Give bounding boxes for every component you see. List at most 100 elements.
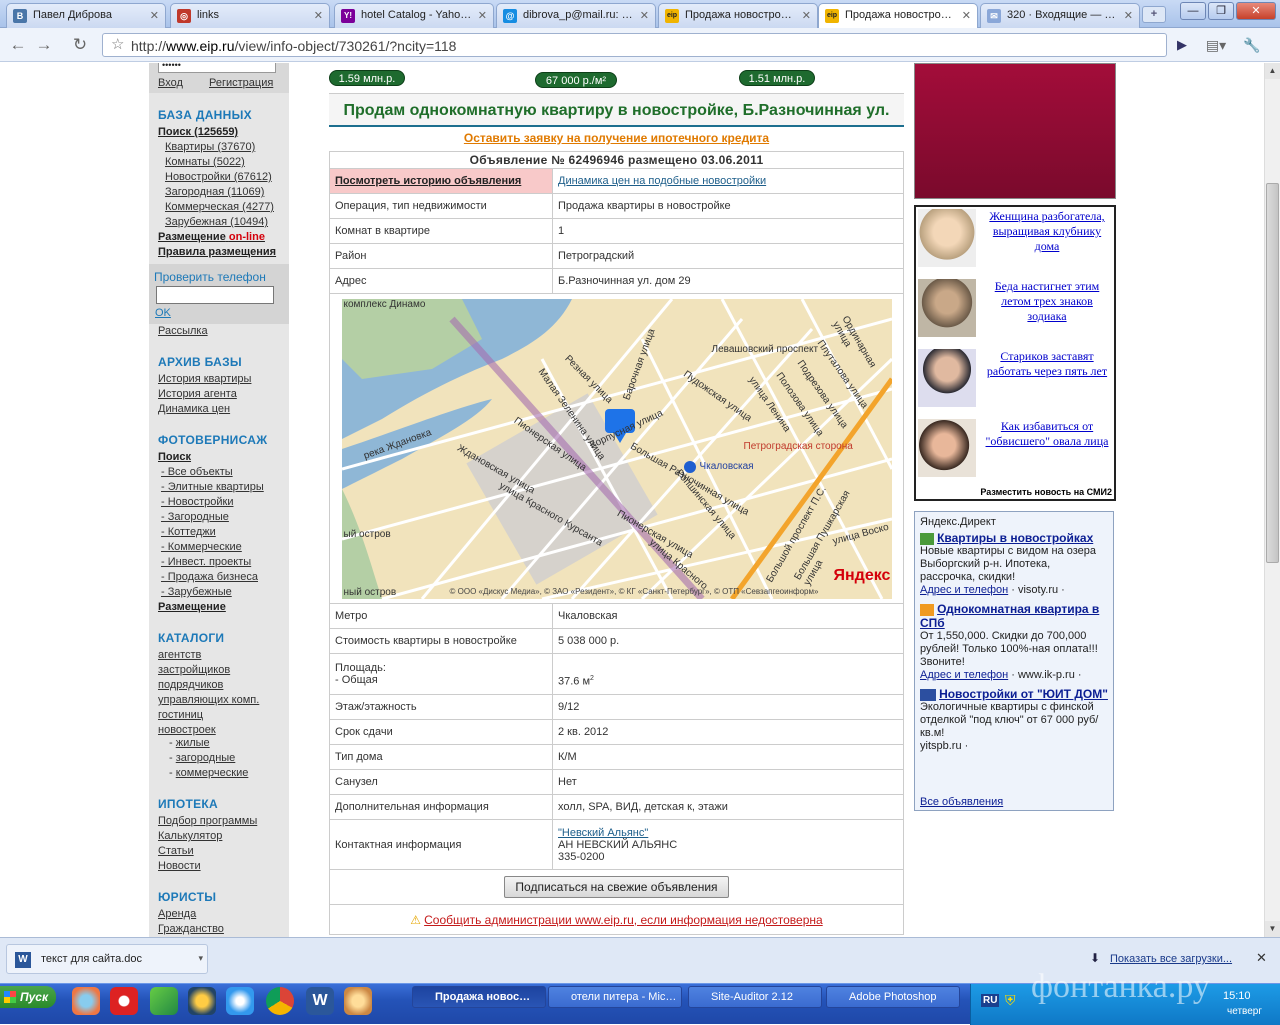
- catalog-item[interactable]: гостиниц: [158, 709, 203, 721]
- tab-6-active[interactable]: eip Продажа новостро… ✕: [818, 3, 978, 29]
- photo-placement-link[interactable]: Размещение: [158, 601, 226, 613]
- quicklaunch-app-icon[interactable]: [72, 987, 100, 1015]
- db-item-flats[interactable]: Квартиры (37670): [165, 141, 255, 153]
- quicklaunch-arrow-icon[interactable]: [150, 987, 178, 1015]
- close-icon[interactable]: ✕: [640, 9, 649, 22]
- catalog-item[interactable]: новостроек: [158, 724, 216, 736]
- close-icon[interactable]: ✕: [962, 9, 971, 22]
- close-icon[interactable]: ✕: [478, 9, 487, 22]
- shield-icon[interactable]: ⛨: [1005, 992, 1016, 1009]
- ad-title[interactable]: Новостройки от "ЮИТ ДОМ": [939, 687, 1108, 701]
- news-item[interactable]: Как избавиться от "обвисшего" овала лица: [916, 417, 1114, 485]
- scroll-up-icon[interactable]: ▲: [1265, 63, 1280, 79]
- scroll-thumb[interactable]: [1266, 183, 1279, 563]
- db-item-foreign[interactable]: Зарубежная (10494): [165, 216, 268, 228]
- start-button[interactable]: Пуск: [0, 986, 56, 1008]
- lawyers-item[interactable]: Гражданство: [158, 923, 224, 935]
- photo-item[interactable]: - Инвест. проекты: [161, 556, 251, 568]
- history-link[interactable]: Посмотреть историю объявления: [335, 175, 521, 187]
- map[interactable]: комплекс Динамо Левашовский проспект Плу…: [341, 298, 892, 599]
- mailing-link[interactable]: Рассылка: [158, 325, 208, 337]
- tab-7[interactable]: ✉ 320 · Входящие — … ✕: [980, 3, 1140, 28]
- catalog-sub-label[interactable]: коммерческие: [176, 767, 249, 779]
- tab-5[interactable]: eip Продажа новостро… ✕: [658, 3, 818, 28]
- password-field[interactable]: ••••••: [158, 63, 276, 73]
- tab-3[interactable]: Y! hotel Catalog - Yaho… ✕: [334, 3, 494, 28]
- taskbar-item-site-auditor[interactable]: Site-Auditor 2.12: [688, 986, 822, 1008]
- phone-input[interactable]: [156, 286, 274, 304]
- lawyers-item[interactable]: Аренда: [158, 908, 196, 920]
- ad-title[interactable]: Квартиры в новостройках: [937, 531, 1093, 545]
- archive-agent-history[interactable]: История агента: [158, 388, 237, 400]
- wrench-icon[interactable]: 🔧: [1240, 34, 1264, 56]
- tab-2[interactable]: ◎ links ✕: [170, 3, 330, 28]
- quicklaunch-paint-icon[interactable]: [344, 987, 372, 1015]
- mortgage-request-link[interactable]: Оставить заявку на получение ипотечного …: [329, 131, 904, 145]
- banner-ad[interactable]: [914, 63, 1116, 199]
- quicklaunch-opera-icon[interactable]: [110, 987, 138, 1015]
- catalog-sub-label[interactable]: жилые: [176, 737, 210, 749]
- quicklaunch-ie-icon[interactable]: [226, 987, 254, 1015]
- close-icon[interactable]: ✕: [1256, 950, 1267, 966]
- download-item[interactable]: W текст для сайта.doc ▾: [6, 944, 208, 974]
- all-ads-link[interactable]: Все объявления: [920, 796, 1003, 808]
- db-item-newbuild[interactable]: Новостройки (67612): [165, 171, 272, 183]
- photo-item[interactable]: - Зарубежные: [161, 586, 232, 598]
- ok-link[interactable]: OK: [155, 307, 171, 319]
- catalog-item[interactable]: застройщиков: [158, 664, 230, 676]
- news-headline[interactable]: Как избавиться от "обвисшего" овала лица: [982, 419, 1112, 449]
- taskbar-item-photoshop[interactable]: Adobe Photoshop: [826, 986, 960, 1008]
- language-indicator[interactable]: RU: [981, 994, 1000, 1007]
- photo-item[interactable]: - Загородные: [161, 511, 229, 523]
- mortgage-item[interactable]: Подбор программы: [158, 815, 257, 827]
- archive-price-dynamics[interactable]: Динамика цен: [158, 403, 230, 415]
- mortgage-item[interactable]: Статьи: [158, 845, 194, 857]
- forward-icon[interactable]: →: [32, 34, 56, 56]
- catalog-sub-item[interactable]: - загородные: [169, 752, 235, 764]
- placement-online-link[interactable]: Размещение on-line: [158, 231, 265, 243]
- close-icon[interactable]: ✕: [150, 9, 159, 22]
- db-item-commercial[interactable]: Коммерческая (4277): [165, 201, 274, 213]
- page-menu-icon[interactable]: ▤▾: [1204, 34, 1228, 56]
- minimize-button[interactable]: —: [1180, 2, 1206, 20]
- ad-address-link[interactable]: Адрес и телефон: [920, 669, 1008, 681]
- photo-item[interactable]: - Новостройки: [161, 496, 234, 508]
- close-window-button[interactable]: ✕: [1236, 2, 1276, 20]
- archive-flat-history[interactable]: История квартиры: [158, 373, 251, 385]
- photo-item[interactable]: - Продажа бизнеса: [161, 571, 258, 583]
- bookmark-star-icon[interactable]: ☆: [111, 35, 124, 53]
- login-link[interactable]: Вход: [158, 77, 183, 89]
- photo-search-link[interactable]: Поиск: [158, 451, 191, 463]
- ad-address-link[interactable]: Адрес и телефон: [920, 584, 1008, 596]
- rules-link[interactable]: Правила размещения: [158, 246, 276, 258]
- search-link[interactable]: Поиск (125659): [158, 126, 238, 138]
- news-item[interactable]: Стариков заставят работать через пять ле…: [916, 347, 1114, 415]
- db-item-country[interactable]: Загородная (11069): [165, 186, 264, 198]
- catalog-item[interactable]: агентств: [158, 649, 201, 661]
- address-bar[interactable]: ☆ http://www.eip.ru/view/info-object/730…: [102, 33, 1167, 57]
- ad-title[interactable]: Однокомнатная квартира в СПб: [920, 602, 1099, 630]
- mortgage-item[interactable]: Калькулятор: [158, 830, 222, 842]
- scroll-down-icon[interactable]: ▼: [1265, 921, 1280, 937]
- quicklaunch-media-icon[interactable]: [188, 987, 216, 1015]
- reload-icon[interactable]: ↻: [68, 34, 92, 56]
- news-item[interactable]: Женщина разбогатела, выращивая клубнику …: [916, 207, 1114, 275]
- catalog-sub-item[interactable]: - жилые: [169, 737, 210, 749]
- close-icon[interactable]: ✕: [314, 9, 323, 22]
- new-tab-button[interactable]: +: [1142, 6, 1166, 23]
- mortgage-item[interactable]: Новости: [158, 860, 201, 872]
- catalog-sub-item[interactable]: - коммерческие: [169, 767, 248, 779]
- photo-item[interactable]: - Все объекты: [161, 466, 233, 478]
- close-icon[interactable]: ✕: [802, 9, 811, 22]
- back-icon[interactable]: ←: [6, 34, 30, 56]
- subscribe-button[interactable]: Подписаться на свежие объявления: [504, 876, 729, 898]
- report-link[interactable]: Сообщить администрации www.eip.ru, если …: [424, 913, 823, 927]
- catalog-item[interactable]: управляющих комп.: [158, 694, 259, 706]
- maximize-button[interactable]: ❐: [1208, 2, 1234, 20]
- catalog-sub-label[interactable]: загородные: [176, 752, 236, 764]
- taskbar-item-browser[interactable]: Продажа новос…: [412, 986, 546, 1008]
- play-icon[interactable]: ▶: [1170, 34, 1194, 56]
- news-item[interactable]: Беда настигнет этим летом трех знаков зо…: [916, 277, 1114, 345]
- news-headline[interactable]: Женщина разбогатела, выращивая клубнику …: [982, 209, 1112, 254]
- page-scrollbar[interactable]: ▲ ▼: [1264, 63, 1280, 937]
